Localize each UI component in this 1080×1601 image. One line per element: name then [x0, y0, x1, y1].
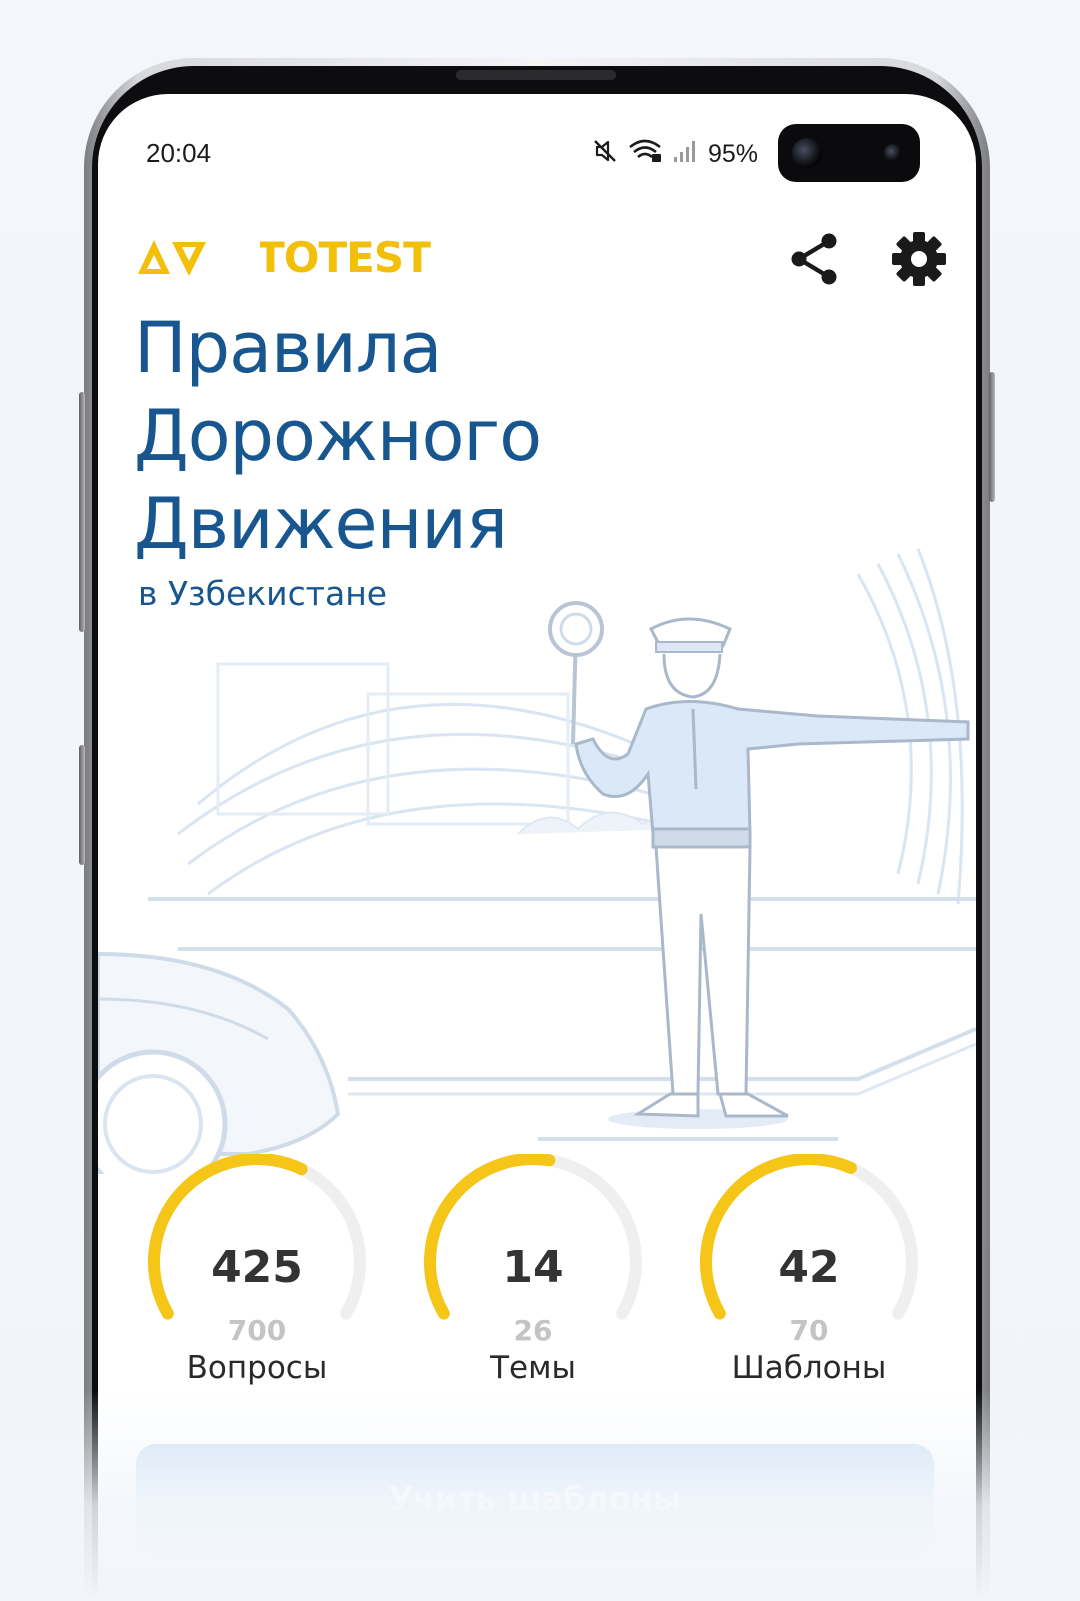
- wifi-icon: [628, 138, 662, 171]
- logo-wordmark: AVTOTEST: [196, 233, 431, 282]
- stat-label: Темы: [490, 1350, 576, 1386]
- mockup-stage: 20:04 95% AVTOTEST Правила Дорожного Дви…: [0, 0, 1080, 1601]
- logo-mark-icon: [138, 240, 206, 276]
- learn-templates-button[interactable]: Учить шаблоны: [136, 1444, 934, 1554]
- stat-total: 26: [513, 1314, 553, 1347]
- gear-icon: [892, 232, 946, 286]
- signal-icon: [672, 138, 698, 171]
- power-button: [989, 372, 995, 502]
- status-icons: 95%: [592, 138, 758, 171]
- status-time: 20:04: [146, 138, 212, 168]
- stat-label: Вопросы: [186, 1350, 328, 1386]
- stat-templates[interactable]: 42 70 Шаблоны: [694, 1154, 924, 1394]
- stat-total: 70: [789, 1314, 829, 1347]
- stat-topics[interactable]: 14 26 Темы: [418, 1154, 648, 1394]
- stat-total: 700: [227, 1314, 287, 1347]
- bixby-button: [79, 745, 85, 865]
- front-camera-cutout: [778, 124, 920, 182]
- camera-lens: [792, 138, 822, 168]
- stat-label: Шаблоны: [731, 1350, 887, 1386]
- stat-value: 42: [778, 1242, 840, 1293]
- volume-button: [79, 392, 85, 632]
- title-line: Правила: [134, 307, 442, 389]
- stat-value: 14: [502, 1242, 564, 1293]
- title-line: Дорожного: [134, 395, 542, 477]
- camera-lens: [884, 144, 902, 162]
- app-screen: 20:04 95% AVTOTEST Правила Дорожного Дви…: [98, 94, 976, 1601]
- battery-level: 95%: [708, 140, 759, 168]
- app-logo: AVTOTEST: [136, 236, 431, 280]
- page-subtitle: в Узбекистане: [138, 574, 388, 613]
- mute-icon: [592, 138, 618, 171]
- share-button[interactable]: [786, 230, 844, 288]
- title-line: Движения: [134, 483, 508, 565]
- stat-questions[interactable]: 425 700 Вопросы: [142, 1154, 372, 1394]
- page-title: Правила Дорожного Движения: [134, 304, 542, 568]
- earpiece-speaker: [456, 70, 616, 80]
- stat-value: 425: [211, 1242, 303, 1293]
- share-icon: [791, 233, 837, 285]
- settings-button[interactable]: [890, 230, 948, 288]
